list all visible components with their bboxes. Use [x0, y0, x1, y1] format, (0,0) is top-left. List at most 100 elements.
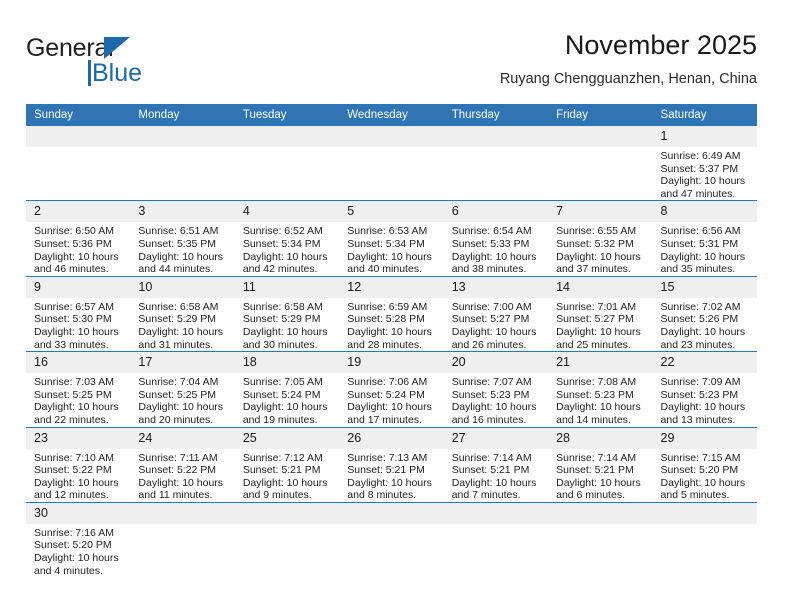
cell-inner: 21 Sunrise: 7:08 AM Sunset: 5:23 PM Dayligh… — [548, 352, 653, 427]
calendar-cell-day[interactable]: 4 Sunrise: 6:52 AM Sunset: 5:34 PM Daylight… — [234, 200, 340, 277]
calendar-cell-day[interactable]: 29 Sunrise: 7:15 AM Sunset: 5:20 PM Dayligh… — [652, 427, 757, 503]
cell-inner: 6 Sunrise: 6:54 AM Sunset: 5:33 PM Daylight… — [443, 201, 549, 276]
day-number: 4 — [234, 201, 340, 223]
calendar-cell-day[interactable]: 21 Sunrise: 7:08 AM Sunset: 5:23 PM Dayligh… — [548, 351, 653, 428]
day-details: Sunrise: 6:51 AM Sunset: 5:35 PM Daylight:… — [130, 222, 235, 276]
sunrise-time: Sunrise: 7:03 AM — [34, 376, 114, 389]
calendar-page: General Blue November 2025 Ruyang Chengg… — [0, 0, 792, 612]
cell-inner — [339, 502, 444, 577]
calendar-cell-day[interactable]: 27 Sunrise: 7:14 AM Sunset: 5:21 PM Dayligh… — [443, 427, 549, 503]
calendar-cell-day[interactable]: 5 Sunrise: 6:53 AM Sunset: 5:34 PM Daylight… — [339, 200, 444, 277]
daylight-duration: Daylight: 10 hours and 23 minutes. — [660, 325, 746, 351]
day-details: Sunrise: 7:13 AM Sunset: 5:21 PM Daylight:… — [339, 448, 444, 502]
calendar-cell-day[interactable]: 19 Sunrise: 7:06 AM Sunset: 5:24 PM Dayligh… — [339, 351, 444, 428]
cell-inner: 1 Sunrise: 6:49 AM Sunset: 5:37 PM Daylight… — [652, 126, 757, 201]
daylight-duration: Daylight: 10 hours and 11 minutes. — [138, 476, 224, 502]
daylight-duration: Daylight: 10 hours and 33 minutes. — [34, 325, 119, 351]
calendar-cell-day[interactable]: 1 Sunrise: 6:49 AM Sunset: 5:37 PM Daylight… — [652, 126, 757, 202]
cell-inner — [652, 502, 757, 577]
day-details: Sunrise: 6:59 AM Sunset: 5:28 PM Daylight:… — [339, 297, 444, 352]
calendar-cell-day[interactable]: 11 Sunrise: 6:58 AM Sunset: 5:29 PM Dayligh… — [234, 276, 340, 353]
sunset-time: Sunset: 5:31 PM — [660, 237, 739, 250]
day-details: Sunrise: 7:12 AM Sunset: 5:21 PM Daylight:… — [234, 448, 340, 502]
calendar-cell-day[interactable]: 3 Sunrise: 6:51 AM Sunset: 5:35 PM Daylight… — [130, 200, 235, 277]
sunset-time: Sunset: 5:20 PM — [660, 464, 739, 477]
sunset-time: Sunset: 5:26 PM — [660, 313, 739, 326]
sunset-time: Sunset: 5:25 PM — [138, 388, 217, 401]
cell-inner: 27 Sunrise: 7:14 AM Sunset: 5:21 PM Dayligh… — [443, 427, 549, 502]
calendar-week-row: 2 Sunrise: 6:50 AM Sunset: 5:36 PM Daylight… — [26, 200, 757, 277]
day-details: Sunrise: 6:55 AM Sunset: 5:32 PM Daylight:… — [548, 222, 653, 276]
daylight-duration: Daylight: 10 hours and 6 minutes. — [556, 476, 641, 502]
calendar-cell-day[interactable]: 26 Sunrise: 7:13 AM Sunset: 5:21 PM Dayligh… — [339, 427, 444, 503]
calendar-cell-day[interactable]: 25 Sunrise: 7:12 AM Sunset: 5:21 PM Dayligh… — [234, 427, 340, 503]
sunset-time: Sunset: 5:21 PM — [556, 464, 634, 477]
cell-inner: 14 Sunrise: 7:01 AM Sunset: 5:27 PM Dayligh… — [548, 276, 653, 352]
calendar-cell-day[interactable]: 2 Sunrise: 6:50 AM Sunset: 5:36 PM Daylight… — [26, 200, 131, 277]
daylight-duration: Daylight: 10 hours and 9 minutes. — [242, 476, 328, 502]
calendar-cell-day[interactable]: 12 Sunrise: 6:59 AM Sunset: 5:28 PM Dayligh… — [339, 276, 444, 353]
sunrise-time: Sunrise: 7:00 AM — [451, 300, 532, 313]
calendar-cell-day[interactable]: 13 Sunrise: 7:00 AM Sunset: 5:27 PM Dayligh… — [443, 276, 549, 353]
day-number: 6 — [443, 201, 549, 223]
day-details: Sunrise: 6:50 AM Sunset: 5:36 PM Daylight:… — [26, 222, 131, 276]
sunrise-time: Sunrise: 6:52 AM — [242, 225, 323, 238]
calendar-cell-day[interactable]: 7 Sunrise: 6:55 AM Sunset: 5:32 PM Daylight… — [548, 200, 653, 277]
calendar-cell-day[interactable]: 23 Sunrise: 7:10 AM Sunset: 5:22 PM Dayligh… — [26, 427, 131, 503]
calendar-cell-day[interactable]: 17 Sunrise: 7:04 AM Sunset: 5:25 PM Dayligh… — [130, 351, 235, 428]
day-number: 2 — [26, 201, 131, 223]
calendar-cell-day[interactable]: 18 Sunrise: 7:05 AM Sunset: 5:24 PM Dayligh… — [234, 351, 340, 428]
cell-inner: 26 Sunrise: 7:13 AM Sunset: 5:21 PM Dayligh… — [339, 427, 444, 502]
calendar-cell-empty — [548, 502, 653, 577]
day-number: 3 — [130, 201, 235, 223]
calendar-cell-day[interactable]: 14 Sunrise: 7:01 AM Sunset: 5:27 PM Dayligh… — [548, 276, 653, 353]
cell-inner — [130, 502, 235, 577]
general-blue-logo[interactable]: General Blue — [26, 34, 226, 90]
calendar-cell-day[interactable]: 30 Sunrise: 7:16 AM Sunset: 5:20 PM Dayligh… — [26, 502, 131, 578]
day-number — [130, 502, 235, 524]
day-number — [339, 502, 444, 524]
day-number: 28 — [548, 427, 653, 449]
calendar-cell-day[interactable]: 24 Sunrise: 7:11 AM Sunset: 5:22 PM Dayligh… — [130, 427, 235, 503]
calendar-cell-day[interactable]: 28 Sunrise: 7:14 AM Sunset: 5:21 PM Dayligh… — [548, 427, 653, 503]
daylight-duration: Daylight: 10 hours and 7 minutes. — [451, 476, 537, 502]
calendar-cell-day[interactable]: 8 Sunrise: 6:56 AM Sunset: 5:31 PM Daylight… — [652, 200, 757, 277]
calendar-cell-day[interactable]: 20 Sunrise: 7:07 AM Sunset: 5:23 PM Dayligh… — [443, 351, 549, 428]
daylight-duration: Daylight: 10 hours and 42 minutes. — [242, 250, 328, 276]
calendar-cell-empty — [234, 126, 340, 202]
logo-bar-icon — [88, 60, 91, 86]
calendar-cell-day[interactable]: 22 Sunrise: 7:09 AM Sunset: 5:23 PM Dayligh… — [652, 351, 757, 428]
daylight-duration: Daylight: 10 hours and 30 minutes. — [242, 325, 328, 351]
cell-inner: 2 Sunrise: 6:50 AM Sunset: 5:36 PM Daylight… — [26, 201, 131, 276]
day-number: 16 — [26, 352, 131, 374]
sunrise-time: Sunrise: 7:04 AM — [138, 376, 219, 389]
cell-inner — [339, 126, 444, 200]
cell-inner: 25 Sunrise: 7:12 AM Sunset: 5:21 PM Dayligh… — [234, 427, 340, 502]
sunset-time: Sunset: 5:37 PM — [660, 162, 739, 175]
cell-inner — [548, 126, 653, 200]
sunset-time: Sunset: 5:35 PM — [138, 237, 217, 250]
weekday-header-thursday: Thursday — [443, 104, 549, 126]
calendar-cell-day[interactable]: 9 Sunrise: 6:57 AM Sunset: 5:30 PM Daylight… — [26, 276, 131, 353]
cell-inner: 28 Sunrise: 7:14 AM Sunset: 5:21 PM Dayligh… — [548, 427, 653, 502]
calendar-cell-day[interactable]: 6 Sunrise: 6:54 AM Sunset: 5:33 PM Daylight… — [443, 200, 549, 277]
calendar-cell-day[interactable]: 10 Sunrise: 6:58 AM Sunset: 5:29 PM Dayligh… — [130, 276, 235, 353]
sunrise-time: Sunrise: 6:57 AM — [34, 300, 114, 313]
cell-inner: 9 Sunrise: 6:57 AM Sunset: 5:30 PM Daylight… — [26, 276, 131, 352]
daylight-duration: Daylight: 10 hours and 31 minutes. — [138, 325, 224, 351]
sunset-time: Sunset: 5:28 PM — [347, 313, 425, 326]
sunset-time: Sunset: 5:29 PM — [242, 313, 321, 326]
calendar-grid: Sunday Monday Tuesday Wednesday Thursday Frid… — [26, 104, 757, 578]
daylight-duration: Daylight: 10 hours and 22 minutes. — [34, 401, 119, 426]
sunrise-time: Sunrise: 7:15 AM — [660, 451, 741, 464]
sunrise-time: Sunrise: 7:09 AM — [660, 376, 741, 389]
calendar-cell-day[interactable]: 16 Sunrise: 7:03 AM Sunset: 5:25 PM Dayligh… — [26, 351, 131, 428]
sunrise-time: Sunrise: 6:58 AM — [242, 300, 323, 313]
cell-inner: 17 Sunrise: 7:04 AM Sunset: 5:25 PM Dayligh… — [130, 352, 235, 427]
calendar-body: 1 Sunrise: 6:49 AM Sunset: 5:37 PM Daylight… — [26, 126, 757, 578]
sunset-time: Sunset: 5:27 PM — [451, 313, 530, 326]
day-number — [339, 126, 444, 147]
sunrise-time: Sunrise: 6:59 AM — [347, 300, 428, 313]
cell-inner: 10 Sunrise: 6:58 AM Sunset: 5:29 PM Dayligh… — [130, 276, 235, 352]
calendar-cell-day[interactable]: 15 Sunrise: 7:02 AM Sunset: 5:26 PM Dayligh… — [652, 276, 757, 353]
